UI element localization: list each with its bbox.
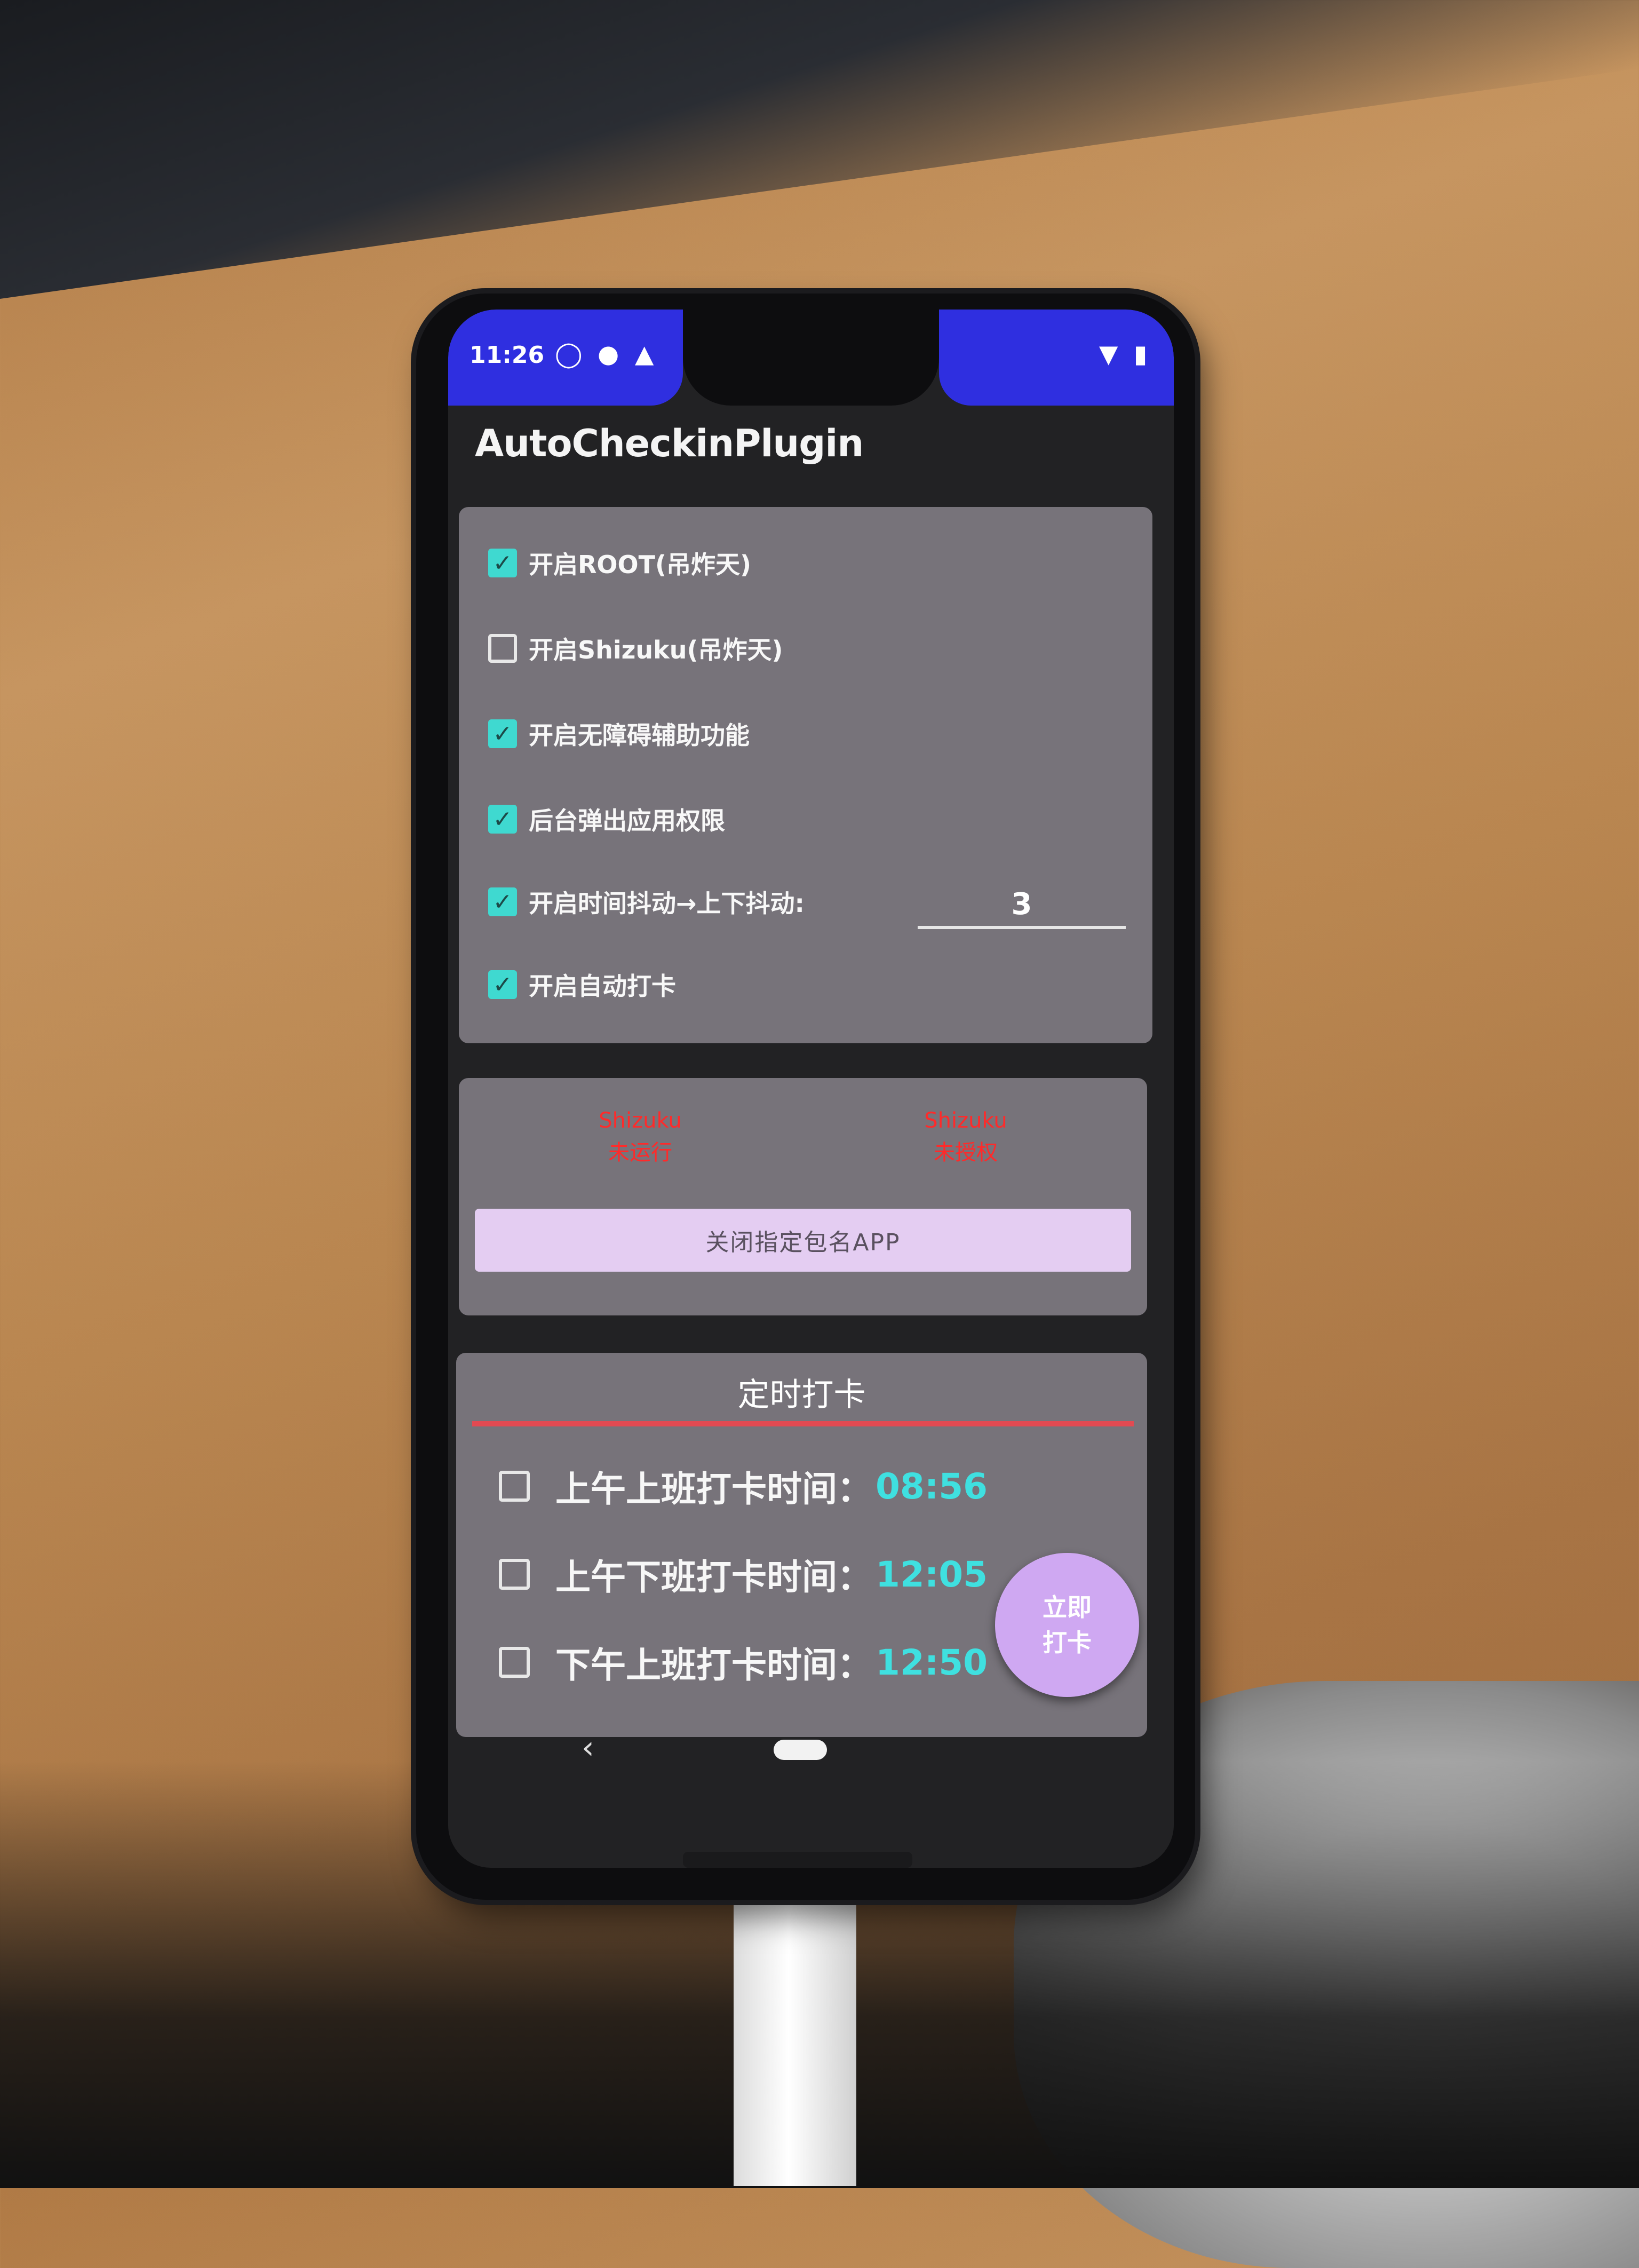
checkbox-unchecked-icon[interactable] [499,1559,530,1590]
bottom-speaker-grille [683,1852,912,1868]
battery-icon: ▮ [1134,339,1148,368]
laptop-edge-background [0,0,1639,299]
setting-root[interactable]: ✓ 开启ROOT(吊炸天) [488,544,751,582]
schedule-label: 上午上班打卡时间： [555,1469,872,1510]
checkbox-checked-icon[interactable]: ✓ [488,719,517,748]
home-pill-icon[interactable] [774,1740,827,1760]
setting-time-jitter[interactable]: ✓ 开启时间抖动→上下抖动: [488,883,805,921]
checkbox-unchecked-icon[interactable] [499,1647,530,1678]
schedule-time[interactable]: 12:05 [876,1554,988,1595]
shizuku-status-text: 未授权 [934,1140,998,1165]
phone-screen: 11:26 ◯ ● ▲ ▼ ▮ AutoCheckinPlugin ✓ 开启RO… [448,310,1174,1868]
checkbox-unchecked-icon[interactable] [488,634,517,663]
checkbox-checked-icon[interactable]: ✓ [488,887,517,916]
schedule-row-morning-out[interactable]: 上午下班打卡时间： 12:05 [499,1548,988,1601]
display-notch [683,310,939,406]
back-icon[interactable]: ‹ [582,1729,594,1766]
setting-label: 开启Shizuku(吊炸天) [529,636,783,664]
app-title: AutoCheckinPlugin [475,422,864,465]
status-bar-left: 11:26 ◯ ● ▲ [448,310,683,406]
checkbox-checked-icon[interactable]: ✓ [488,549,517,577]
schedule-label: 上午下班打卡时间： [555,1557,872,1598]
checkin-now-button[interactable]: 立即 打卡 [995,1553,1139,1697]
fab-label-line1: 立即 [1043,1593,1092,1622]
shizuku-auth-status: Shizuku 未授权 [886,1105,1046,1169]
shizuku-card: Shizuku 未运行 Shizuku 未授权 关闭指定包名APP [459,1078,1147,1315]
circle-icon: ● [598,339,619,368]
android-debug-icon: ◯ [555,339,583,368]
schedule-title: 定时打卡 [737,1376,866,1414]
schedule-label: 下午上班打卡时间： [555,1645,872,1686]
setting-auto-checkin[interactable]: ✓ 开启自动打卡 [488,966,676,1003]
setting-label: 开启ROOT(吊炸天) [529,550,752,579]
jitter-input[interactable]: 3 [918,883,1126,929]
schedule-row-afternoon-in[interactable]: 下午上班打卡时间： 12:50 [499,1636,988,1689]
status-time: 11:26 [470,342,545,369]
schedule-row-morning-in[interactable]: 上午上班打卡时间： 08:56 [499,1460,988,1513]
shizuku-status-text: 未运行 [608,1140,672,1165]
schedule-time[interactable]: 12:50 [876,1642,988,1683]
shizuku-running-status: Shizuku 未运行 [560,1105,720,1169]
navigation-bar: ‹ [448,1718,1174,1793]
checkbox-checked-icon[interactable]: ✓ [488,970,517,999]
settings-card: ✓ 开启ROOT(吊炸天) 开启Shizuku(吊炸天) ✓ 开启无障碍辅助功能… [459,507,1152,1043]
setting-label: 开启时间抖动→上下抖动: [529,889,805,918]
usb-cable [734,1868,856,2186]
setting-background-popup[interactable]: ✓ 后台弹出应用权限 [488,800,725,838]
schedule-time[interactable]: 08:56 [876,1466,988,1507]
wifi-icon: ▼ [1099,339,1118,368]
schedule-divider [472,1421,1134,1426]
setting-label: 后台弹出应用权限 [529,806,725,835]
warning-icon: ▲ [635,339,654,368]
setting-accessibility[interactable]: ✓ 开启无障碍辅助功能 [488,715,750,752]
setting-label: 开启无障碍辅助功能 [529,721,750,750]
checkbox-checked-icon[interactable]: ✓ [488,805,517,834]
checkbox-unchecked-icon[interactable] [499,1471,530,1502]
status-bar-right: ▼ ▮ [939,310,1174,406]
setting-shizuku[interactable]: 开启Shizuku(吊炸天) [488,630,783,667]
close-package-app-button[interactable]: 关闭指定包名APP [475,1209,1131,1272]
fab-label-line2: 打卡 [1043,1628,1092,1657]
shizuku-status-title: Shizuku [599,1108,682,1133]
shizuku-status-title: Shizuku [924,1108,1007,1133]
setting-label: 开启自动打卡 [529,972,676,1001]
